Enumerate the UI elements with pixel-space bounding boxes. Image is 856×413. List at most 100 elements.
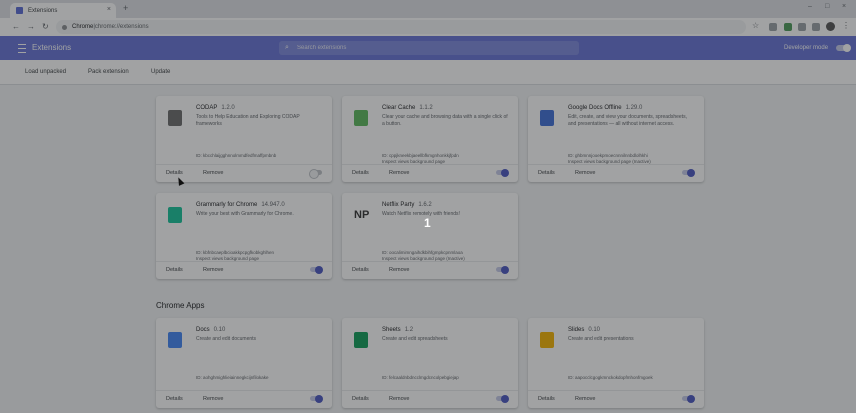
- pack-extension-button[interactable]: Pack extension: [88, 69, 129, 75]
- details-button[interactable]: Details: [352, 170, 369, 176]
- forward-arrow-icon[interactable]: →: [27, 22, 35, 31]
- app-logo-icon: [168, 332, 182, 348]
- card-footer: Details Remove: [156, 390, 332, 408]
- item-name: Grammarly for Chrome 14.947.0: [196, 202, 285, 208]
- extension-logo-icon: [168, 207, 182, 223]
- card-footer: Details Remove: [342, 164, 518, 182]
- item-description: Tools to Help Education and Exploring CO…: [196, 114, 300, 127]
- maximize-icon[interactable]: □: [825, 3, 829, 10]
- developer-mode-label: Developer mode: [784, 45, 829, 51]
- puzzle-icon: [16, 7, 23, 14]
- enable-toggle[interactable]: [496, 265, 509, 274]
- chrome-apps-heading: Chrome Apps: [156, 301, 205, 310]
- search-input[interactable]: [297, 43, 567, 53]
- developer-mode-toggle[interactable]: [836, 43, 851, 52]
- enable-toggle[interactable]: [682, 168, 695, 177]
- card-footer: Details Remove: [342, 390, 518, 408]
- card-footer: Details Remove: [156, 261, 332, 279]
- item-version: 1.29.0: [625, 105, 643, 111]
- item-name: CODAP 1.2.0: [196, 105, 235, 111]
- item-name: Slides 0.10: [568, 327, 600, 333]
- reload-icon[interactable]: ↻: [42, 22, 49, 31]
- item-title: Grammarly for Chrome: [196, 202, 258, 208]
- item-description: Create and edit presentations: [568, 336, 634, 342]
- kebab-menu-icon[interactable]: ⋮: [842, 21, 850, 30]
- item-title: Netflix Party: [382, 202, 415, 208]
- tab-close-icon[interactable]: ×: [107, 6, 111, 13]
- extension-icon-1[interactable]: [769, 23, 777, 31]
- details-button[interactable]: Details: [538, 396, 555, 402]
- card-footer: Details Remove: [528, 164, 704, 182]
- avatar[interactable]: [826, 22, 835, 31]
- hamburger-menu-icon[interactable]: [18, 44, 26, 53]
- item-name: Google Docs Offline 1.29.0: [568, 105, 642, 111]
- card-footer: Details Remove: [342, 261, 518, 279]
- details-button[interactable]: Details: [538, 170, 555, 176]
- app-card: Sheets 1.2 Create and edit spreadsheets ID:…: [342, 318, 518, 408]
- dev-toolbar: Load unpacked Pack extension Update: [0, 60, 856, 85]
- remove-button[interactable]: Remove: [203, 267, 223, 273]
- details-button[interactable]: Details: [352, 267, 369, 273]
- app-logo-icon: [540, 332, 554, 348]
- item-title: Clear Cache: [382, 105, 416, 111]
- tab-strip: Extensions × + – □ ×: [0, 0, 856, 18]
- search-icon: ⌕: [285, 44, 289, 51]
- extension-logo-icon: [354, 110, 368, 126]
- load-unpacked-button[interactable]: Load unpacked: [25, 69, 66, 75]
- item-description: Edit, create, and view your documents, s…: [568, 114, 687, 127]
- item-description: Write your best with Grammarly for Chrom…: [196, 211, 294, 217]
- details-button[interactable]: Details: [166, 396, 183, 402]
- enable-toggle[interactable]: [310, 265, 323, 274]
- details-button[interactable]: Details: [352, 396, 369, 402]
- address-url: chrome://extensions: [94, 24, 149, 30]
- remove-button[interactable]: Remove: [389, 170, 409, 176]
- item-id-text: ID: felcaaldnbdncclmgdcncolpebgiejap: [382, 375, 459, 380]
- item-title: Docs: [196, 327, 210, 333]
- new-tab-button[interactable]: +: [123, 3, 128, 13]
- enable-toggle[interactable]: [310, 394, 323, 403]
- item-description: Clear your cache and browsing data with …: [382, 114, 508, 127]
- item-version: 1.2: [404, 327, 414, 333]
- item-title: Slides: [568, 327, 585, 333]
- item-version: 0.10: [213, 327, 226, 333]
- enable-toggle[interactable]: [496, 394, 509, 403]
- item-version: 1.2.0: [221, 105, 235, 111]
- remove-button[interactable]: Remove: [575, 396, 595, 402]
- address-bar[interactable]: Chrome | chrome://extensions: [56, 20, 746, 34]
- tab-extensions[interactable]: Extensions ×: [10, 3, 116, 18]
- extensions-puzzle-icon[interactable]: [812, 23, 820, 31]
- search-box[interactable]: ⌕: [279, 41, 579, 55]
- page-title: Extensions: [32, 43, 72, 52]
- enable-toggle[interactable]: [309, 168, 322, 179]
- update-button[interactable]: Update: [151, 69, 170, 75]
- item-name: Sheets 1.2: [382, 327, 413, 333]
- item-name: Docs 0.10: [196, 327, 225, 333]
- enable-toggle[interactable]: [496, 168, 509, 177]
- remove-button[interactable]: Remove: [575, 170, 595, 176]
- item-version: 1.6.2: [418, 202, 432, 208]
- window-close-icon[interactable]: ×: [842, 3, 846, 10]
- details-button[interactable]: Details: [166, 267, 183, 273]
- back-arrow-icon[interactable]: ←: [12, 22, 20, 31]
- item-version: 1.1.2: [419, 105, 433, 111]
- remove-button[interactable]: Remove: [389, 396, 409, 402]
- enable-toggle[interactable]: [682, 394, 695, 403]
- site-info-icon[interactable]: [62, 24, 67, 30]
- remove-button[interactable]: Remove: [203, 170, 223, 176]
- extension-card: CODAP 1.2.0 Tools to Help Education and Ex…: [156, 96, 332, 182]
- extension-icon-2[interactable]: [784, 23, 792, 31]
- remove-button[interactable]: Remove: [389, 267, 409, 273]
- app-card: Docs 0.10 Create and edit documents ID: aoh…: [156, 318, 332, 408]
- extension-icon-3[interactable]: [798, 23, 806, 31]
- item-name: Clear Cache 1.1.2: [382, 105, 433, 111]
- remove-button[interactable]: Remove: [203, 396, 223, 402]
- minimize-icon[interactable]: –: [808, 3, 812, 10]
- bookmark-star-icon[interactable]: ☆: [752, 21, 759, 30]
- item-id-text: ID: aapocclcgogkmnckokdopfmhonfmgoek: [568, 375, 653, 380]
- address-chip: Chrome: [72, 24, 94, 30]
- item-name: Netflix Party 1.6.2: [382, 202, 432, 208]
- extension-logo-icon: [540, 110, 554, 126]
- item-id: ID: kbcchlaijgghnnolmmdfedfmaffpmbnb: [196, 153, 328, 159]
- item-title: Sheets: [382, 327, 401, 333]
- item-id-text: ID: kbcchlaijgghnnolmmdfedfmaffpmbnb: [196, 153, 277, 158]
